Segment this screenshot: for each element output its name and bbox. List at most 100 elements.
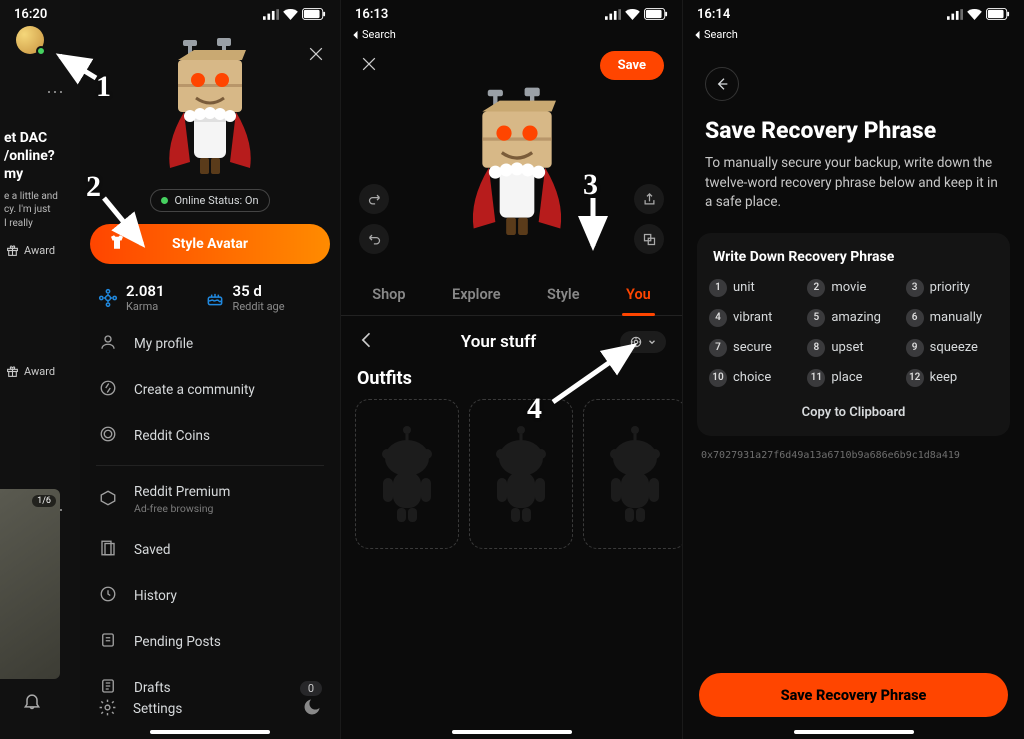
word-text: upset	[831, 340, 863, 355]
word-text: unit	[733, 280, 755, 295]
status-icons	[605, 8, 668, 20]
word-number: 2	[807, 279, 825, 297]
close-icon[interactable]	[306, 44, 326, 68]
recovery-word: 2 movie	[807, 279, 899, 297]
drafts-icon	[98, 677, 118, 699]
status-bar: 16:13	[341, 0, 682, 28]
user-avatar-small[interactable]	[16, 26, 44, 54]
gift-icon	[6, 244, 19, 257]
back-arrow[interactable]	[357, 330, 377, 354]
avatar-large[interactable]	[150, 36, 270, 181]
karma-icon	[98, 288, 118, 308]
phrase-grid: 1unit2movie3priority4vibrant5amazing6man…	[709, 279, 998, 387]
tab-style[interactable]: Style	[543, 274, 584, 315]
menu-reddit-premium[interactable]: Reddit PremiumAd-free browsing	[80, 472, 340, 527]
online-indicator	[36, 46, 46, 56]
redo-icon	[367, 192, 382, 207]
chevron-left-icon	[351, 30, 359, 40]
word-number: 12	[906, 369, 924, 387]
menu-history[interactable]: History	[80, 573, 340, 619]
dark-mode-toggle[interactable]	[302, 697, 322, 721]
status-bar: 16:20	[0, 0, 340, 28]
cake-icon	[205, 288, 225, 308]
history-icon	[98, 585, 118, 607]
post-body-fragment: e a little andcy. I'm justI really	[4, 190, 72, 231]
save-button[interactable]: Save	[600, 51, 664, 80]
word-text: place	[831, 370, 862, 385]
redo-button[interactable]	[359, 184, 389, 214]
home-indicator	[794, 730, 914, 734]
word-text: squeeze	[930, 340, 978, 355]
word-number: 4	[709, 309, 727, 327]
karma-stat[interactable]: 2.081 Karma	[98, 282, 165, 313]
tab-you[interactable]: You	[622, 274, 655, 315]
outfit-slot-empty[interactable]	[469, 399, 573, 549]
recovery-word: 7 secure	[709, 339, 801, 357]
online-status-pill[interactable]: Online Status: On	[150, 189, 269, 212]
tab-explore[interactable]: Explore	[448, 274, 505, 315]
wallet-hash: 0x7027931a27f6d49a13a6710b9a686e6b9c1d8a…	[683, 436, 1024, 461]
home-indicator	[452, 730, 572, 734]
profile-icon	[98, 333, 118, 355]
home-indicator	[150, 730, 270, 734]
more-icon[interactable]: ⋯	[46, 82, 80, 103]
style-avatar-button[interactable]: Style Avatar	[90, 224, 330, 264]
award-button-2[interactable]: Award	[6, 365, 80, 378]
gear-icon	[98, 698, 117, 721]
word-text: keep	[930, 370, 958, 385]
recovery-word: 10 choice	[709, 369, 801, 387]
word-number: 8	[807, 339, 825, 357]
recovery-word: 12 keep	[906, 369, 998, 387]
status-time: 16:14	[697, 7, 730, 22]
menu-my-profile[interactable]: My profile	[80, 321, 340, 367]
chevron-down-icon	[647, 337, 657, 347]
share-icon	[642, 192, 657, 207]
status-icons	[263, 8, 326, 20]
close-icon[interactable]	[359, 54, 379, 78]
coins-icon	[98, 425, 118, 447]
vault-chip[interactable]	[620, 331, 666, 353]
duplicate-button[interactable]	[634, 224, 664, 254]
online-status-label: Online Status: On	[174, 194, 258, 207]
recovery-word: 9squeeze	[906, 339, 998, 357]
word-text: movie	[831, 280, 866, 295]
page-description: To manually secure your backup, write do…	[683, 154, 1024, 229]
back-button[interactable]	[683, 43, 1024, 101]
tab-shop[interactable]: Shop	[368, 274, 409, 315]
profile-menu: My profile Create a community Reddit Coi…	[80, 321, 340, 711]
status-time: 16:20	[14, 7, 47, 22]
back-to-search[interactable]: Search	[341, 28, 682, 43]
premium-icon	[98, 489, 118, 511]
back-to-search[interactable]: Search	[683, 28, 1024, 43]
outfit-slot-empty[interactable]	[355, 399, 459, 549]
award-button[interactable]: Award	[6, 244, 80, 257]
menu-pending-posts[interactable]: Pending Posts	[80, 619, 340, 665]
save-recovery-phrase-button[interactable]: Save Recovery Phrase	[699, 673, 1008, 717]
reddit-age-stat[interactable]: 35 d Reddit age	[205, 282, 285, 313]
menu-saved[interactable]: Saved	[80, 527, 340, 573]
undo-button[interactable]	[359, 224, 389, 254]
image-counter-badge: 1/6	[32, 495, 56, 507]
word-number: 11	[807, 369, 825, 387]
recovery-word: 3priority	[906, 279, 998, 297]
saved-icon	[98, 539, 118, 561]
word-text: vibrant	[733, 310, 772, 325]
word-text: choice	[733, 370, 771, 385]
menu-create-community[interactable]: Create a community	[80, 367, 340, 413]
copy-to-clipboard-button[interactable]: Copy to Clipboard	[709, 405, 998, 420]
word-text: secure	[733, 340, 772, 355]
word-text: manually	[930, 310, 982, 325]
share-button[interactable]	[634, 184, 664, 214]
word-number: 6	[906, 309, 924, 327]
status-time: 16:13	[355, 7, 388, 22]
outfit-slot-empty[interactable]	[583, 399, 683, 549]
post-image-thumb[interactable]: 1/6	[0, 489, 60, 679]
settings-label: Settings	[133, 701, 182, 717]
settings-row[interactable]: Settings	[80, 697, 340, 721]
menu-reddit-coins[interactable]: Reddit Coins	[80, 413, 340, 459]
word-number: 7	[709, 339, 727, 357]
page-title: Save Recovery Phrase	[683, 101, 1024, 154]
notifications-icon[interactable]	[22, 691, 42, 715]
word-number: 10	[709, 369, 727, 387]
recovery-word: 5amazing	[807, 309, 899, 327]
